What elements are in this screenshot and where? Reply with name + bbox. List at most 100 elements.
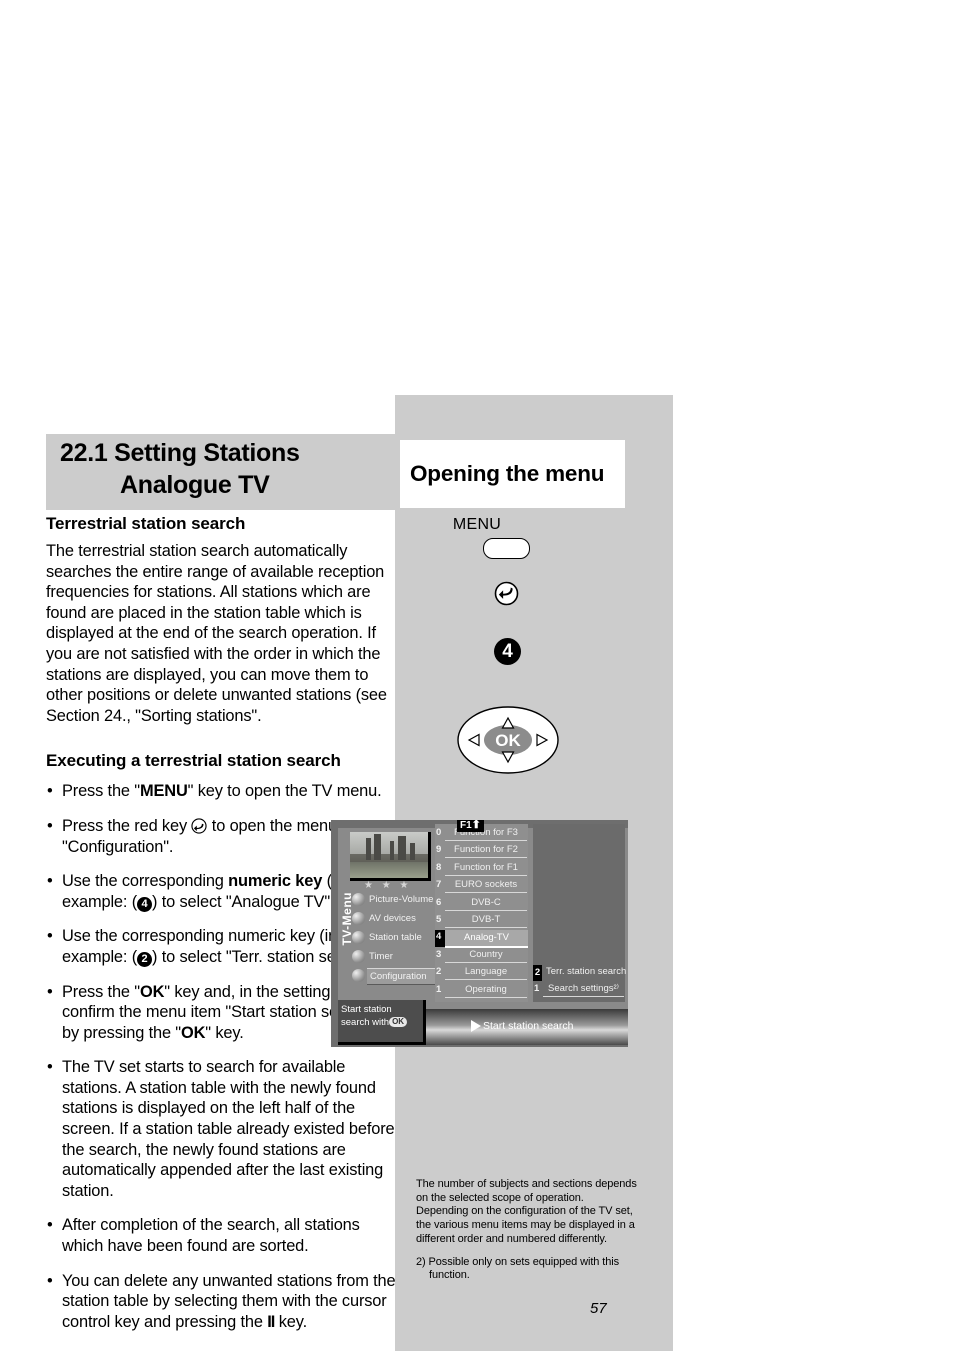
- menu-key-button[interactable]: [483, 538, 530, 559]
- tv-menu-row-number: 5: [436, 914, 442, 925]
- tv-menu-row-label: Function for F1: [454, 861, 518, 873]
- row-divider: [445, 961, 527, 963]
- return-arrow-icon[interactable]: [494, 581, 519, 606]
- tv-menu-row[interactable]: 2 Language: [435, 965, 528, 981]
- numeric-key-badge: 2: [137, 951, 153, 967]
- tv-menu-row[interactable]: 4 Analog-TV: [435, 930, 528, 949]
- tv-menu-row-label: DVB-T: [471, 914, 501, 925]
- row-divider: [543, 996, 624, 998]
- return-arrow-icon: [191, 818, 208, 834]
- tv-menu-row[interactable]: 9 Function for F2: [435, 843, 528, 859]
- svg-text:OK: OK: [495, 731, 521, 750]
- bullet-text: The TV set starts to search for availabl…: [62, 1058, 395, 1200]
- tv-rail-item-label: Timer: [369, 951, 393, 962]
- tv-menu-row-number: 3: [436, 948, 442, 960]
- tv-menu-row[interactable]: 6 DVB-C: [435, 896, 528, 912]
- intro-paragraph: The terrestrial station search automatic…: [46, 542, 387, 725]
- tv-rail-item-label: Configuration: [367, 968, 436, 985]
- tv-tooltip-ok-badge: OK: [389, 1017, 408, 1027]
- tv-menu-row-number: 9: [436, 844, 442, 856]
- tv-tooltip-line1: Start station: [341, 1004, 392, 1015]
- tv-menu-row-label: DVB-C: [471, 896, 501, 908]
- section-heading-line1: 22.1 Setting Stations: [60, 439, 300, 467]
- tv-menu-row-number: 6: [436, 896, 442, 908]
- tv-menu-row-label: Search settings²⁾: [548, 983, 619, 995]
- emphasis-text: OK: [180, 1023, 206, 1042]
- bullet-text: Press the ": [62, 982, 140, 1001]
- tv-menu-row-number: 2: [533, 965, 542, 981]
- tv-menu-row[interactable]: 8 Function for F1: [435, 861, 528, 877]
- row-divider: [445, 909, 527, 911]
- tv-menu-row[interactable]: 2 Terr. station search: [533, 965, 626, 981]
- tv-menu-row-label: Language: [464, 966, 508, 978]
- emphasis-text: MENU: [139, 782, 188, 801]
- footnote-block: The number of subjects and sections depe…: [416, 1178, 638, 1283]
- tv-rail-item-label: Picture-Volume: [369, 894, 434, 905]
- footnote-2: 2) Possible only on sets equipped with t…: [416, 1255, 619, 1282]
- bullet-text: ) to select "Analogue TV".: [152, 892, 335, 911]
- bullet-sphere-icon: [352, 912, 365, 925]
- tv-rail-stars: ★ ★ ★: [364, 880, 412, 891]
- tv-menu-row-label: EURO sockets: [454, 879, 518, 891]
- tv-bottom-bar-label: Start station search: [483, 1020, 574, 1032]
- bullet-text: Press the red key: [62, 816, 192, 835]
- tv-rail-item[interactable]: Configuration: [352, 968, 436, 985]
- tv-tooltip: Start station search with OK: [338, 1000, 426, 1045]
- bullet-text: Press the ": [62, 782, 140, 801]
- tv-menu-row[interactable]: 1 Search settings²⁾: [533, 982, 625, 998]
- instruction-bullet: Press the "MENU" key to open the TV menu…: [46, 781, 396, 802]
- cursor-control-pad[interactable]: OK: [457, 706, 559, 774]
- tv-menu-row-label: Analog-TV: [445, 930, 528, 949]
- section-heading-line2: Analogue TV: [120, 471, 270, 499]
- bullet-sphere-icon: [352, 950, 365, 963]
- tv-menu-row-number: 7: [436, 879, 442, 891]
- tv-menu-row-number: 1: [534, 983, 540, 995]
- tv-rail-item[interactable]: Picture-Volume: [352, 892, 434, 907]
- tv-menu-row-number: 1: [436, 983, 442, 995]
- tv-rail-item[interactable]: AV devices: [352, 911, 430, 926]
- f1-badge: F1⬆: [457, 820, 484, 832]
- tv-rail-item[interactable]: Timer: [352, 949, 430, 964]
- bullet-text: You can delete any unwanted stations fro…: [62, 1271, 396, 1331]
- tv-menu-column-right: 2 Terr. station search 1 Search settings²⁾: [533, 824, 626, 1002]
- chapter-heading-text: Opening the menu: [410, 461, 605, 486]
- tv-rail-item-label: Station table: [369, 932, 422, 943]
- tv-tooltip-line2: search with: [341, 1017, 390, 1028]
- tv-menu-row[interactable]: 1 Operating: [435, 983, 528, 999]
- tv-rail-item-label: AV devices: [369, 913, 416, 924]
- bullet-text: " key to open the TV menu.: [187, 782, 382, 801]
- bullet-sphere-icon: [352, 893, 365, 906]
- instruction-bullet: You can delete any unwanted stations fro…: [46, 1271, 396, 1333]
- tv-menu-row-label: Country: [469, 948, 503, 960]
- menu-key-label: MENU: [452, 516, 502, 533]
- tv-menu-row[interactable]: 3 Country: [435, 948, 528, 964]
- bullet-text: " key.: [205, 1023, 244, 1042]
- bullet-sphere-icon: [352, 931, 365, 944]
- tv-menu-row-number: 8: [436, 861, 442, 873]
- row-divider: [445, 979, 527, 981]
- chapter-heading-block: Opening the menu: [400, 440, 625, 508]
- bullet-text: Use the corresponding: [62, 872, 229, 891]
- footnote-main: The number of subjects and sections depe…: [416, 1178, 637, 1245]
- bullet-sphere-icon: [352, 969, 365, 982]
- tv-menu-row[interactable]: 7 EURO sockets: [435, 878, 528, 894]
- bullet-text: After completion of the search, all stat…: [62, 1216, 360, 1256]
- tv-rail-item[interactable]: Station table: [352, 930, 430, 945]
- play-triangle-icon: [471, 1020, 481, 1032]
- instruction-bullet: The TV set starts to search for availabl…: [46, 1057, 396, 1201]
- tv-menu-row[interactable]: 5 DVB-T: [435, 913, 528, 929]
- tv-menu-row-label: Function for F2: [454, 844, 518, 856]
- digit-key-4[interactable]: 4: [494, 638, 521, 665]
- tv-menu-rail: ★ ★ ★ TV-Menu Picture-Volume AV devices St…: [338, 828, 436, 1009]
- numeric-key-badge: 4: [137, 896, 153, 912]
- tv-menu-row-number: 4: [436, 931, 442, 943]
- emphasis-text: numeric key: [228, 872, 323, 891]
- tv-menu-row-number: 0: [436, 827, 442, 838]
- bullet-text: key.: [274, 1312, 307, 1331]
- row-divider: [445, 857, 527, 859]
- tv-menu-row-number: 2: [436, 966, 442, 978]
- tv-menu-screenshot: F1⬆ ★ ★ ★ TV-Menu Picture-Volume AV devic…: [331, 820, 628, 1047]
- instruction-bullet: After completion of the search, all stat…: [46, 1215, 396, 1256]
- f1-badge-text: F1: [460, 820, 472, 831]
- emphasis-text: OK: [139, 982, 165, 1001]
